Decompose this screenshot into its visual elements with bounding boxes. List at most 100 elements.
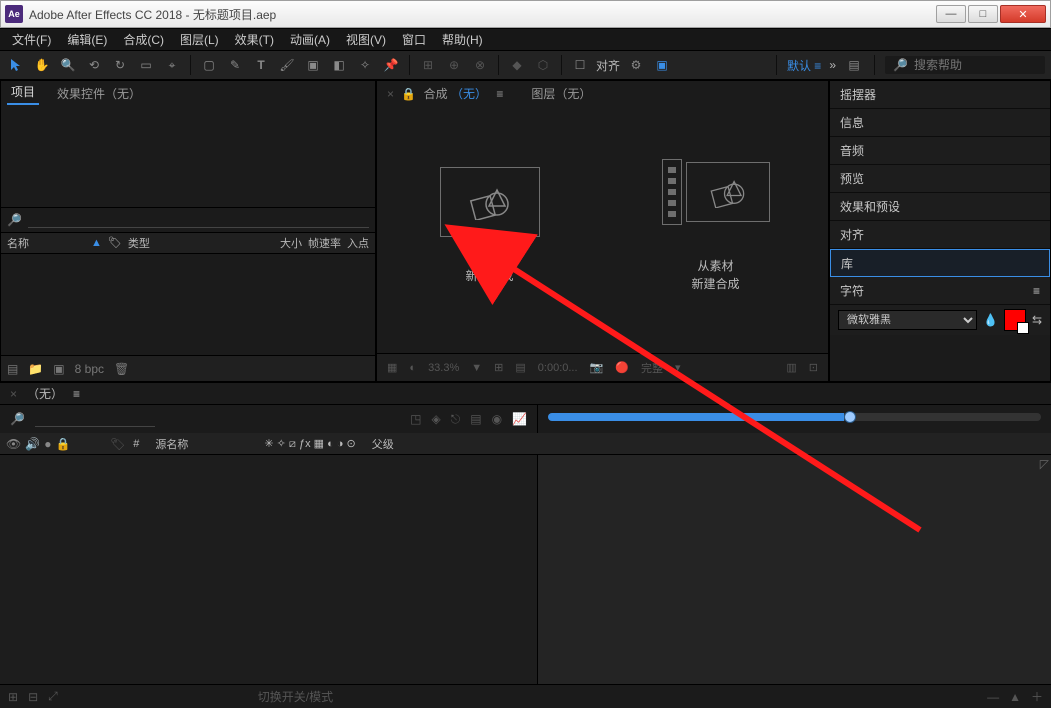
menu-view[interactable]: 视图(V) (340, 29, 392, 50)
camera-tool-icon[interactable]: ▭ (136, 55, 156, 75)
panel-preview[interactable]: 预览 (830, 165, 1050, 193)
eraser-tool-icon[interactable]: ◧ (329, 55, 349, 75)
menu-composition[interactable]: 合成(C) (117, 29, 170, 50)
guides-icon[interactable]: ▤ (515, 361, 525, 374)
swap-colors-icon[interactable]: ⇆ (1032, 313, 1042, 327)
frame-blend-icon[interactable]: ▤ (470, 412, 481, 426)
shy-icon[interactable]: ⎋ (451, 412, 461, 427)
pan-behind-tool-icon[interactable]: ⌖ (162, 55, 182, 75)
snapping-icon[interactable]: ⚙ (626, 55, 646, 75)
pen-tool-icon[interactable]: ✎ (225, 55, 245, 75)
tab-composition[interactable]: × 🔒 合成 （无） ≡ (387, 85, 503, 102)
zoom-slider-icon[interactable]: ▲ (1009, 690, 1021, 704)
3d-view-icon[interactable]: ⊡ (809, 361, 818, 374)
grid-icon[interactable]: ⊞ (494, 361, 503, 374)
panel-audio[interactable]: 音频 (830, 137, 1050, 165)
rotation-tool-icon[interactable]: ↻ (110, 55, 130, 75)
new-folder-icon[interactable]: 📁 (28, 362, 43, 376)
label-column-icon[interactable]: 🏷 (110, 437, 125, 451)
resolution-icon[interactable]: ▼ (471, 362, 482, 374)
workspace-dropdown[interactable]: 默认 ≡ (787, 57, 821, 74)
toggle-switches-icon[interactable]: ⊞ (8, 690, 18, 704)
panel-library[interactable]: 库 (830, 249, 1050, 277)
brush-tool-icon[interactable]: 🖌 (277, 55, 297, 75)
toggle-alpha-icon[interactable]: ◐ (409, 362, 416, 374)
audio-column-icon[interactable]: 🔊 (25, 437, 40, 451)
panel-menu-icon[interactable]: ≡ (496, 87, 503, 101)
close-icon[interactable]: × (10, 387, 17, 401)
solo-column-icon[interactable]: ● (44, 437, 51, 451)
view-layout-icon[interactable]: ▥ (786, 361, 796, 374)
snap-bounds-icon[interactable]: ▣ (652, 55, 672, 75)
draft3d-icon[interactable]: ◈ (431, 412, 440, 426)
rectangle-tool-icon[interactable]: ▢ (199, 55, 219, 75)
motion-blur-icon[interactable]: ◉ (492, 412, 502, 426)
zoom-out-icon[interactable]: — (987, 690, 999, 704)
hand-tool-icon[interactable]: ✋ (32, 55, 52, 75)
puppet-tool-icon[interactable]: 📌 (381, 55, 401, 75)
toggle-switches-modes-button[interactable]: 切换开关/模式 (258, 688, 333, 705)
new-from-footage-card[interactable]: 从素材 新建合成 (618, 157, 814, 293)
roto-tool-icon[interactable]: ✧ (355, 55, 375, 75)
new-composition-card[interactable]: 新建合成 (392, 167, 588, 284)
clone-tool-icon[interactable]: ▣ (303, 55, 323, 75)
project-search-input[interactable] (28, 212, 369, 228)
new-comp-icon[interactable]: ▣ (53, 362, 64, 376)
mask-icon[interactable]: ▦ (387, 361, 397, 374)
menu-animation[interactable]: 动画(A) (284, 29, 336, 50)
menu-layer[interactable]: 图层(L) (174, 29, 225, 50)
panel-character[interactable]: 字符≡ (830, 277, 1050, 305)
maximize-button[interactable]: □ (968, 5, 998, 23)
eyedropper-icon[interactable]: 💧 (983, 313, 998, 327)
font-family-dropdown[interactable]: 微软雅黑 (838, 310, 977, 330)
bpc-label[interactable]: 8 bpc (75, 362, 104, 376)
sort-arrow-icon[interactable]: ▲ (91, 237, 102, 249)
layer-list[interactable] (0, 455, 538, 684)
menu-help[interactable]: 帮助(H) (436, 29, 489, 50)
switches-column[interactable]: ✳ ✧ ⧄ ƒx ▦ ◐ ◑ ⊙ (256, 437, 363, 451)
graph-editor-icon[interactable]: 📈 (512, 412, 527, 426)
menu-effect[interactable]: 效果(T) (229, 29, 280, 50)
col-type[interactable]: 类型 (128, 235, 150, 251)
channel-icon[interactable]: 🔴 (615, 361, 629, 374)
timeline-search-input[interactable] (35, 411, 155, 427)
time-display[interactable]: 0:00:0... (538, 362, 578, 374)
view-axis-icon[interactable]: ⊗ (470, 55, 490, 75)
tab-effect-controls[interactable]: 效果控件（无） (53, 82, 145, 105)
panel-info[interactable]: 信息 (830, 109, 1050, 137)
panel-menu-icon[interactable]: ≡ (73, 387, 80, 401)
interpret-footage-icon[interactable]: ▤ (7, 362, 18, 376)
help-search-input[interactable] (914, 58, 1037, 72)
col-source-name[interactable]: 源名称 (147, 436, 196, 452)
col-size[interactable]: 大小 (280, 235, 302, 251)
quality-dropdown[interactable]: 完整 (641, 360, 663, 376)
menu-file[interactable]: 文件(F) (6, 29, 57, 50)
close-icon[interactable]: × (387, 87, 394, 101)
snapshot-icon[interactable]: 📷 (590, 361, 604, 374)
fill-color-swatch[interactable] (1004, 309, 1026, 331)
panel-align[interactable]: 对齐 (830, 221, 1050, 249)
zoom-dropdown[interactable]: 33.3% (428, 362, 459, 374)
col-in[interactable]: 入点 (347, 235, 369, 251)
col-name[interactable]: 名称 (7, 235, 85, 251)
snap-edge-icon[interactable]: ⬡ (533, 55, 553, 75)
toggle-modes-icon[interactable]: ⊟ (28, 690, 38, 704)
time-navigator-thumb[interactable] (844, 411, 856, 423)
col-index[interactable]: # (125, 438, 147, 450)
local-axis-icon[interactable]: ⊞ (418, 55, 438, 75)
menu-window[interactable]: 窗口 (396, 29, 432, 50)
selection-tool-icon[interactable] (6, 55, 26, 75)
lock-icon[interactable]: 🔒 (401, 87, 416, 101)
zoom-tool-icon[interactable]: 🔍 (58, 55, 78, 75)
lock-column-icon[interactable]: 🔒 (55, 437, 70, 451)
collapse-icon[interactable]: ◸ (1040, 457, 1049, 471)
align-checkbox[interactable]: ☐ (570, 55, 590, 75)
workspace-overflow-icon[interactable]: » (829, 58, 836, 72)
tab-layer[interactable]: 图层（无） (531, 85, 591, 102)
eye-column-icon[interactable]: 👁 (6, 437, 21, 451)
minimize-button[interactable]: — (936, 5, 966, 23)
zoom-in-icon[interactable]: ＋ (1031, 688, 1043, 705)
timeline-tab-none[interactable]: （无） (27, 385, 63, 402)
snap-icon[interactable]: ◆ (507, 55, 527, 75)
comp-mini-flow-icon[interactable]: ◳ (410, 412, 421, 426)
